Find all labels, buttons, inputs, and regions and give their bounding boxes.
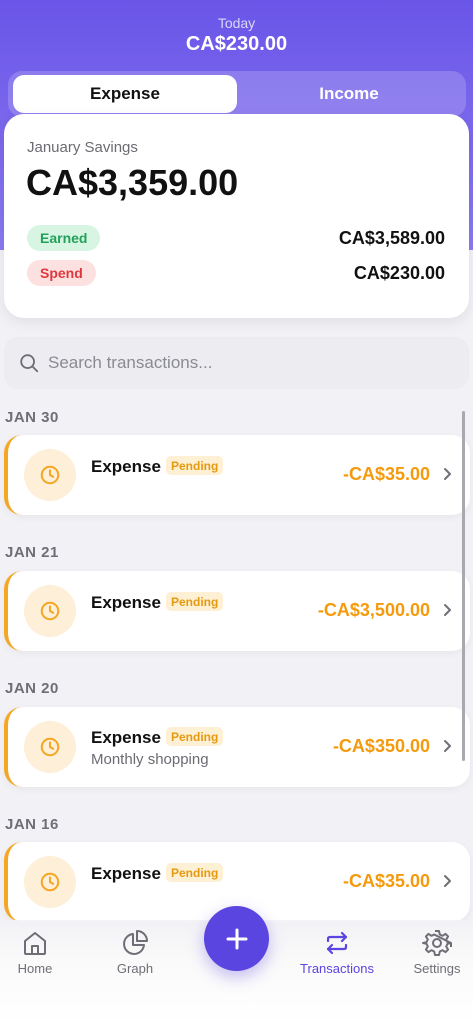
transaction-amount: -CA$350.00 (332, 736, 430, 756)
date-header: JAN 21 (5, 544, 59, 561)
clock-icon (24, 585, 76, 637)
transaction-title: Expense (91, 593, 161, 612)
gear-icon (422, 930, 452, 956)
earned-badge: Earned (27, 225, 101, 251)
savings-summary-card: January Savings CA$3,359.00 Earned CA$3,… (4, 114, 469, 318)
chevron-right-icon (444, 875, 451, 887)
transaction-amount: -CA$35.00 (342, 871, 430, 891)
savings-amount: CA$3,359.00 (26, 162, 239, 203)
transaction-note: Monthly shopping (91, 751, 209, 768)
tab-home[interactable]: Home (0, 928, 75, 976)
tab-expense[interactable]: Expense (13, 75, 237, 113)
savings-label: January Savings (27, 139, 138, 156)
today-label: Today (217, 15, 256, 31)
search-bar (4, 337, 469, 389)
clock-icon (24, 449, 76, 501)
today-amount: CA$230.00 (185, 33, 288, 55)
home-icon (24, 932, 46, 955)
chevron-right-icon (444, 468, 451, 480)
transaction-row[interactable]: Expense Pending Monthly shopping -CA$350… (4, 707, 470, 787)
spend-badge: Spend (27, 260, 96, 286)
tab-label: Transactions (300, 961, 374, 976)
plus-icon (226, 928, 247, 949)
transaction-title: Expense (91, 728, 161, 747)
transaction-row[interactable]: Expense Pending -CA$3,500.00 (4, 571, 470, 651)
transaction-amount: -CA$35.00 (342, 464, 430, 484)
status-badge: Pending (166, 456, 224, 475)
status-badge: Pending (166, 592, 224, 611)
tab-transactions[interactable]: Transactions (297, 928, 377, 976)
pie-chart-icon (123, 930, 148, 955)
transaction-title: Expense (91, 457, 161, 476)
search-icon (20, 354, 39, 373)
tab-label: Home (17, 961, 53, 976)
chevron-right-icon (444, 604, 451, 616)
tab-income[interactable]: Income (237, 75, 461, 113)
date-header: JAN 16 (5, 816, 59, 833)
search-input[interactable] (48, 337, 448, 389)
transaction-amount: -CA$3,500.00 (317, 600, 430, 620)
clock-icon (24, 721, 76, 773)
status-badge: Pending (166, 727, 224, 746)
clock-icon (24, 856, 76, 908)
transaction-title: Expense (91, 864, 161, 883)
scrollbar[interactable] (462, 411, 465, 761)
tab-settings[interactable]: Settings (397, 928, 473, 976)
tab-graph[interactable]: Graph (95, 928, 175, 976)
transaction-row[interactable]: Expense Pending -CA$35.00 (4, 435, 470, 515)
transfer-arrows-icon (326, 931, 348, 955)
earned-value: CA$3,589.00 (338, 228, 445, 248)
tab-label: Graph (116, 961, 154, 976)
spend-value: CA$230.00 (353, 263, 445, 283)
tab-label: Settings (413, 961, 461, 976)
add-transaction-button[interactable] (204, 906, 269, 971)
type-segmented-control: Expense Income (8, 71, 466, 117)
date-header: JAN 20 (5, 680, 59, 697)
status-badge: Pending (166, 863, 224, 882)
date-header: JAN 30 (5, 409, 59, 426)
chevron-right-icon (444, 740, 451, 752)
